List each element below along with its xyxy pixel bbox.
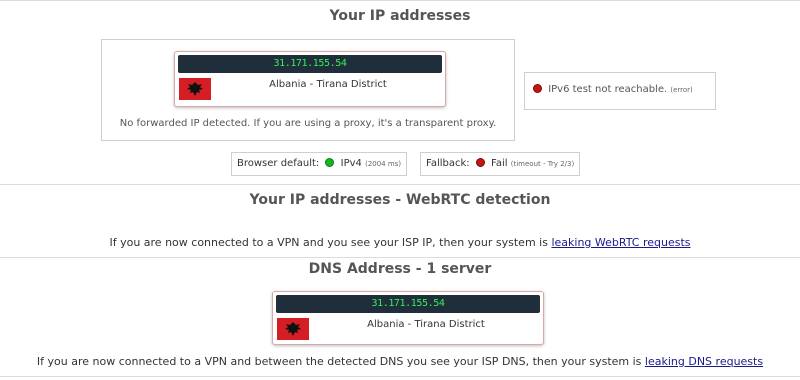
webrtc-text: If you are now connected to a VPN and yo… <box>109 236 548 249</box>
webrtc-leak-link[interactable]: leaking WebRTC requests <box>551 236 690 249</box>
albania-flag-icon <box>277 318 309 340</box>
ip-location: Albania - Tirana District <box>269 79 387 90</box>
dns-location: Albania - Tirana District <box>367 319 485 330</box>
browser-default-time: (2004 ms) <box>365 160 402 168</box>
browser-default-chip: Browser default: IPv4 (2004 ms) <box>231 152 408 176</box>
forwarded-ip-note: No forwarded IP detected. If you are usi… <box>119 118 497 129</box>
red-dot-icon <box>475 158 485 167</box>
ipv6-panel: IPv6 test not reachable. (error) <box>524 72 716 110</box>
ipv6-error-tag: (error) <box>670 86 693 94</box>
browser-default-value: IPv4 <box>340 158 362 169</box>
fallback-label: Fallback: <box>426 158 470 169</box>
webrtc-section-title: Your IP addresses - WebRTC detection <box>249 192 551 208</box>
red-dot-icon <box>533 84 542 93</box>
dns-leak-link[interactable]: leaking DNS requests <box>645 355 763 368</box>
ipv6-label: IPv6 test not reachable. <box>548 84 668 95</box>
fallback-detail: (timeout - Try 2/3) <box>510 160 575 168</box>
ipv6-status: IPv6 test not reachable. (error) <box>533 84 693 95</box>
top-divider <box>0 0 800 1</box>
fallback-chip: Fallback: Fail (timeout - Try 2/3) <box>420 152 581 176</box>
green-dot-icon <box>325 158 335 167</box>
ip-section-title: Your IP addresses <box>329 8 471 24</box>
albania-flag-icon <box>179 78 211 100</box>
ip-address-panel: 31.171.155.54 Albania - Tirana District … <box>101 39 515 141</box>
fallback-value: Fail <box>491 158 508 169</box>
dns-section-title: DNS Address - 1 server <box>308 261 492 277</box>
webrtc-note: If you are now connected to a VPN and yo… <box>0 236 800 249</box>
ip-address-value: 31.171.155.54 <box>178 55 442 73</box>
dns-text: If you are now connected to a VPN and be… <box>36 355 642 368</box>
section-divider <box>0 257 800 258</box>
ip-card: 31.171.155.54 Albania - Tirana District <box>174 51 446 107</box>
dns-card: 31.171.155.54 Albania - Tirana District <box>272 291 544 345</box>
dns-address-value: 31.171.155.54 <box>276 295 540 313</box>
section-divider <box>0 184 800 185</box>
bottom-divider <box>0 376 800 377</box>
dns-note: If you are now connected to a VPN and be… <box>0 355 800 368</box>
browser-default-label: Browser default: <box>237 158 320 169</box>
